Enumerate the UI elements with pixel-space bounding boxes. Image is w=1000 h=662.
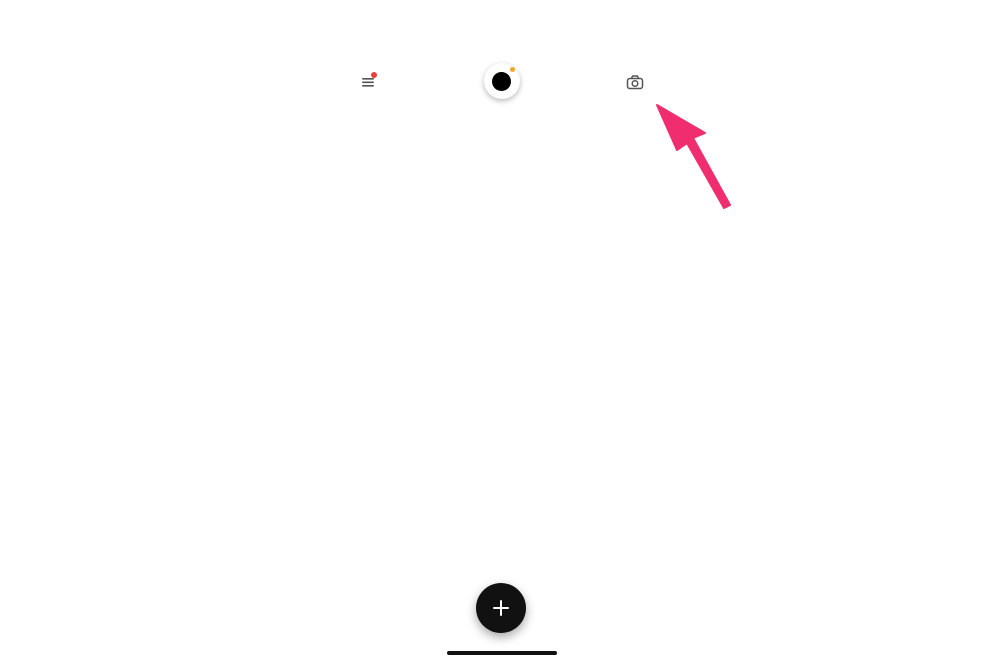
top-bar: [0, 0, 1000, 160]
hamburger-menu-icon: [362, 78, 374, 87]
profile-avatar-button[interactable]: [484, 63, 520, 99]
menu-button[interactable]: [356, 70, 382, 94]
profile-avatar-icon: [492, 72, 511, 91]
notification-dot: [371, 72, 377, 78]
home-indicator: [447, 651, 557, 655]
avatar-status-dot: [510, 67, 515, 72]
plus-icon: [493, 600, 509, 616]
camera-button[interactable]: [622, 70, 648, 94]
camera-icon: [626, 75, 644, 90]
add-button[interactable]: [476, 583, 526, 633]
